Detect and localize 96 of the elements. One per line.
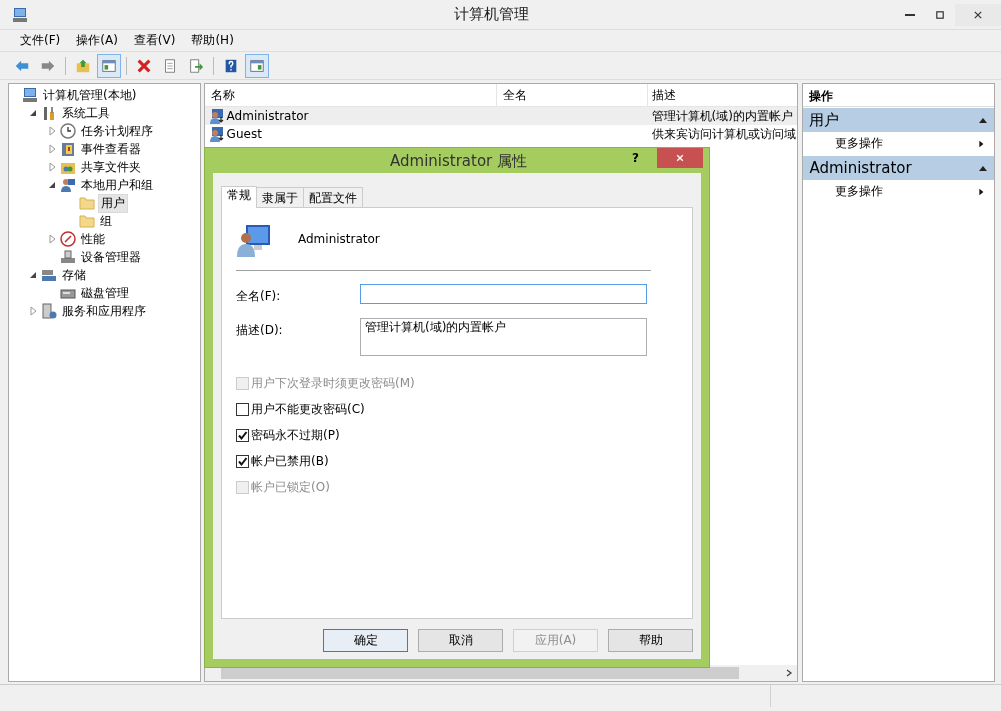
checkbox-label: 帐户已禁用(B)	[251, 452, 329, 470]
collapsed-icon[interactable]	[28, 306, 38, 316]
tree-item[interactable]: 组	[98, 212, 114, 230]
help-icon	[223, 57, 239, 74]
tree-item[interactable]: 用户	[98, 193, 128, 213]
column-header[interactable]: 全名	[496, 84, 648, 106]
checkbox-label: 用户不能更改密码(C)	[251, 400, 365, 418]
panel-icon	[101, 57, 117, 74]
close-icon	[973, 10, 983, 19]
device-icon	[60, 249, 76, 265]
input-field[interactable]: 管理计算机(域)的内置帐户	[360, 318, 647, 356]
storage-icon	[41, 267, 57, 283]
field-label: 描述(D):	[236, 322, 284, 339]
window-title: 计算机管理	[453, 5, 530, 24]
toolbar-button[interactable]	[245, 53, 269, 78]
maximize-icon	[935, 10, 945, 19]
toolbar-button[interactable]	[97, 53, 121, 78]
minimize-icon	[905, 13, 915, 16]
tree-item[interactable]: 计算机管理(本地)	[41, 86, 139, 104]
export-icon	[188, 57, 204, 74]
panel-icon	[249, 57, 265, 74]
dialog-button[interactable]: 确定	[323, 629, 408, 652]
table-cell-text: 供来宾访问计算机或访问域	[650, 125, 797, 143]
tree-item[interactable]: 事件查看器	[79, 140, 143, 158]
checkbox[interactable]	[236, 454, 249, 468]
tree-item[interactable]: 本地用户和组	[79, 176, 155, 194]
menu-item[interactable]: 帮助(H)	[183, 32, 242, 49]
services-icon	[41, 303, 57, 319]
tab[interactable]: 配置文件	[303, 187, 363, 207]
expanded-icon[interactable]	[47, 180, 57, 190]
tab[interactable]: 隶属于	[256, 187, 304, 207]
user-name: Administrator	[298, 232, 380, 246]
dialog-button[interactable]: 帮助	[608, 629, 693, 652]
menu-item[interactable]: 查看(V)	[125, 32, 184, 49]
event-log-icon	[60, 141, 76, 157]
submenu-arrow-icon	[976, 139, 986, 148]
users-icon	[60, 177, 76, 193]
collapsed-icon[interactable]	[47, 162, 57, 172]
tree-item[interactable]: 性能	[79, 230, 107, 248]
computer-icon	[22, 87, 38, 103]
delete-icon	[136, 57, 152, 74]
tree-item[interactable]: 磁盘管理	[79, 284, 131, 302]
action-item[interactable]: 更多操作	[803, 132, 994, 155]
section-title: Administrator	[809, 159, 912, 177]
user-icon	[208, 126, 225, 142]
checkbox-label: 用户下次登录时须更改密码(M)	[251, 374, 415, 392]
help-button[interactable]: ?	[632, 151, 639, 165]
folder-up-icon	[75, 57, 91, 74]
input-field[interactable]	[360, 284, 647, 304]
collapsed-icon[interactable]	[47, 126, 57, 136]
checkbox-label: 帐户已锁定(O)	[251, 478, 330, 496]
collapsed-icon[interactable]	[47, 234, 57, 244]
close-button[interactable]	[657, 148, 703, 168]
table-cell: Guest	[226, 127, 262, 141]
field-label: 全名(F):	[236, 288, 282, 305]
column-header[interactable]: 名称	[204, 84, 497, 106]
table-cell-text: 管理计算机(域)的内置帐户	[650, 107, 794, 125]
tree-item[interactable]: 存储	[60, 266, 88, 284]
list-row[interactable]: Guest 供来宾访问计算机或访问域	[204, 125, 798, 143]
dialog-button[interactable]: 取消	[418, 629, 503, 652]
tree-item[interactable]: 系统工具	[60, 104, 112, 122]
column-header[interactable]: 描述	[647, 84, 798, 106]
user-icon	[208, 108, 225, 124]
clock-icon	[60, 123, 76, 139]
checkbox[interactable]	[236, 402, 249, 416]
table-cell: Administrator	[226, 109, 309, 123]
dialog-title: Administrator 属性	[389, 151, 529, 171]
tree-item[interactable]: 设备管理器	[79, 248, 143, 266]
list-row[interactable]: Administrator 管理计算机(域)的内置帐户	[204, 107, 798, 125]
user-computer-icon	[236, 223, 272, 259]
action-section-header[interactable]: Administrator	[803, 156, 994, 180]
submenu-arrow-icon	[976, 187, 986, 196]
checkbox[interactable]	[236, 428, 249, 442]
action-section-header[interactable]: 用户	[803, 108, 994, 132]
tree-item[interactable]: 任务计划程序	[79, 122, 155, 140]
expanded-icon[interactable]	[28, 108, 38, 118]
gauge-icon	[60, 231, 76, 247]
tab[interactable]: 常规	[221, 186, 257, 208]
expanded-icon[interactable]	[28, 270, 38, 280]
tools-icon	[41, 105, 57, 121]
actions-heading: 操作	[803, 84, 994, 107]
folder-icon	[79, 195, 95, 211]
tree-item[interactable]: 共享文件夹	[79, 158, 143, 176]
computer-icon	[12, 6, 28, 23]
collapsed-icon[interactable]	[47, 144, 57, 154]
action-label: 更多操作	[835, 135, 884, 152]
menu-item[interactable]: 操作(A)	[68, 32, 126, 49]
checkbox-label: 密码永不过期(P)	[251, 426, 340, 444]
menu-item[interactable]: 文件(F)	[12, 32, 69, 49]
tree-item[interactable]: 服务和应用程序	[60, 302, 148, 320]
action-item[interactable]: 更多操作	[803, 180, 994, 203]
action-label: 更多操作	[835, 183, 884, 200]
document-icon	[162, 57, 178, 74]
section-title: 用户	[809, 110, 840, 130]
folder-icon	[79, 213, 95, 229]
close-icon	[675, 154, 685, 162]
